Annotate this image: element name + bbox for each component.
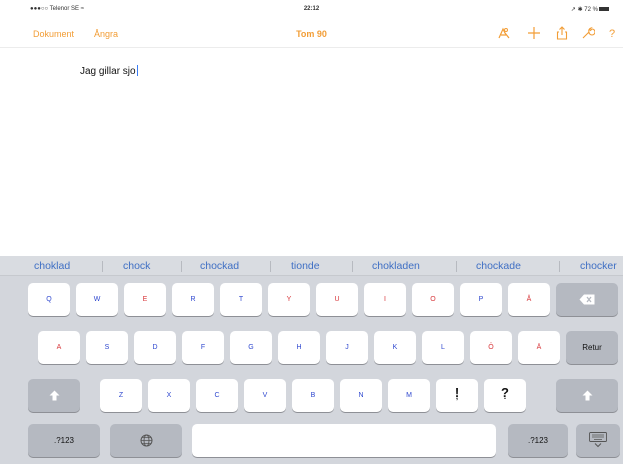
space-bar[interactable] bbox=[192, 424, 496, 457]
key-period-label: . bbox=[503, 392, 507, 401]
shift-key-left[interactable] bbox=[28, 379, 80, 412]
shift-icon bbox=[582, 390, 593, 401]
suggestion-divider bbox=[270, 261, 271, 272]
key-l[interactable]: L bbox=[422, 331, 464, 364]
key-p[interactable]: P bbox=[460, 283, 502, 316]
return-key[interactable]: Retur bbox=[566, 331, 618, 364]
document-text: Jag gillar sjo bbox=[80, 66, 136, 77]
key-e[interactable]: E bbox=[124, 283, 166, 316]
suggestion-divider bbox=[102, 261, 103, 272]
keyboard-dismiss-icon bbox=[589, 432, 607, 448]
suggestion-item[interactable]: chocker bbox=[580, 256, 617, 276]
key-q[interactable]: Q bbox=[28, 283, 70, 316]
suggestion-item[interactable]: chock bbox=[123, 256, 150, 276]
onscreen-keyboard: choklad chock chockad tionde chokladen c… bbox=[0, 256, 623, 464]
wrench-icon[interactable] bbox=[580, 26, 596, 42]
suggestion-divider bbox=[181, 261, 182, 272]
key-f[interactable]: F bbox=[182, 331, 224, 364]
key-o-umlaut[interactable]: Ö bbox=[470, 331, 512, 364]
key-u[interactable]: U bbox=[316, 283, 358, 316]
key-g[interactable]: G bbox=[230, 331, 272, 364]
battery-status: ↗ ✱ 72 % bbox=[571, 6, 609, 13]
key-a-ring[interactable]: Å bbox=[508, 283, 550, 316]
share-icon[interactable] bbox=[554, 26, 570, 42]
key-c[interactable]: C bbox=[196, 379, 238, 412]
suggestion-item[interactable]: tionde bbox=[291, 256, 320, 276]
document-text-line[interactable]: Jag gillar sjo bbox=[80, 65, 138, 77]
globe-key[interactable] bbox=[110, 424, 182, 457]
suggestion-item[interactable]: chokladen bbox=[372, 256, 420, 276]
key-o[interactable]: O bbox=[412, 283, 454, 316]
key-t[interactable]: T bbox=[220, 283, 262, 316]
battery-icon bbox=[599, 7, 609, 12]
key-question[interactable]: ? . bbox=[484, 379, 526, 412]
key-i[interactable]: I bbox=[364, 283, 406, 316]
plus-icon[interactable] bbox=[526, 26, 542, 42]
suggestion-divider bbox=[456, 261, 457, 272]
key-k[interactable]: K bbox=[374, 331, 416, 364]
nav-bar: Dokument Ångra Tom 90 ? bbox=[0, 20, 623, 48]
key-exclamation[interactable]: ! , bbox=[436, 379, 478, 412]
key-x[interactable]: X bbox=[148, 379, 190, 412]
battery-text: ↗ ✱ 72 % bbox=[570, 7, 598, 13]
shift-key-right[interactable] bbox=[556, 379, 618, 412]
key-s[interactable]: S bbox=[86, 331, 128, 364]
key-m[interactable]: M bbox=[388, 379, 430, 412]
key-n[interactable]: N bbox=[340, 379, 382, 412]
status-time: 22:12 bbox=[303, 6, 320, 12]
key-d[interactable]: D bbox=[134, 331, 176, 364]
backspace-key[interactable] bbox=[556, 283, 618, 316]
text-caret bbox=[136, 65, 138, 76]
key-r[interactable]: R bbox=[172, 283, 214, 316]
suggestion-item[interactable]: chockad bbox=[200, 256, 239, 276]
shift-icon bbox=[49, 390, 60, 401]
numbers-key-left[interactable]: .?123 bbox=[28, 424, 100, 457]
key-j[interactable]: J bbox=[326, 331, 368, 364]
suggestion-divider bbox=[559, 261, 560, 272]
key-y[interactable]: Y bbox=[268, 283, 310, 316]
key-a[interactable]: A bbox=[38, 331, 80, 364]
format-paintbrush-icon[interactable] bbox=[496, 26, 512, 42]
status-bar: ●●●○○ Telenor SE ≈ 22:12 ↗ ✱ 72 % bbox=[0, 0, 623, 18]
suggestion-bar: choklad chock chockad tionde chokladen c… bbox=[0, 256, 623, 276]
help-icon[interactable]: ? bbox=[604, 26, 620, 42]
key-b[interactable]: B bbox=[292, 379, 334, 412]
key-h[interactable]: H bbox=[278, 331, 320, 364]
backspace-icon bbox=[579, 294, 595, 305]
numbers-key-right[interactable]: .?123 bbox=[508, 424, 568, 457]
globe-icon bbox=[140, 434, 153, 447]
key-v[interactable]: V bbox=[244, 379, 286, 412]
keyboard-dismiss-key[interactable] bbox=[576, 424, 620, 457]
key-a-umlaut[interactable]: Ä bbox=[518, 331, 560, 364]
key-w[interactable]: W bbox=[76, 283, 118, 316]
document-area[interactable]: Jag gillar sjo bbox=[0, 48, 623, 256]
suggestion-divider bbox=[352, 261, 353, 272]
suggestion-item[interactable]: choklad bbox=[34, 256, 70, 276]
suggestion-item[interactable]: chockade bbox=[476, 256, 521, 276]
key-comma-label: , bbox=[455, 392, 459, 401]
key-z[interactable]: Z bbox=[100, 379, 142, 412]
